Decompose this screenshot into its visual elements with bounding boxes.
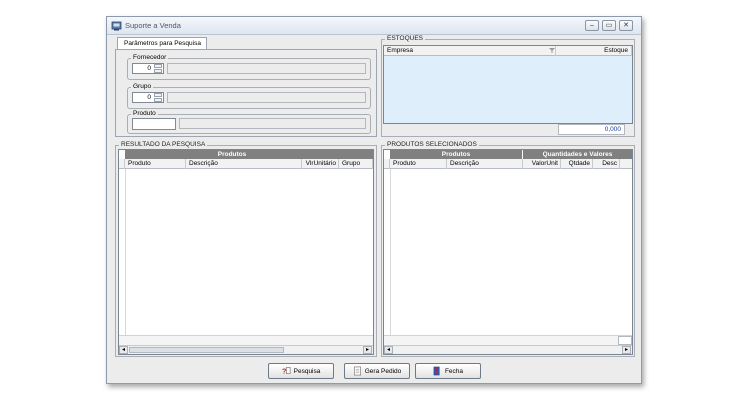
spin-down-icon[interactable] bbox=[154, 98, 162, 102]
estoques-footer-left bbox=[383, 124, 556, 134]
col-vlrunitario[interactable]: VlrUnitário bbox=[302, 159, 339, 169]
col-produto[interactable]: Produto bbox=[390, 159, 447, 169]
scroll-right-icon[interactable]: ▸ bbox=[622, 346, 631, 354]
scroll-thumb[interactable] bbox=[129, 347, 284, 353]
gera-pedido-button[interactable]: Gera Pedido bbox=[344, 363, 410, 379]
produto-name-field bbox=[179, 118, 366, 129]
document-icon bbox=[353, 366, 361, 376]
indicator-divider bbox=[125, 169, 126, 335]
pesquisa-button[interactable]: ? Pesquisa bbox=[268, 363, 334, 379]
produto-label: Produto bbox=[131, 110, 158, 117]
spin-down-icon[interactable] bbox=[154, 69, 162, 73]
title-bar[interactable]: Suporte a Venda – ▭ ✕ bbox=[107, 17, 641, 35]
minimize-button[interactable]: – bbox=[585, 20, 599, 31]
close-button[interactable]: ✕ bbox=[619, 20, 633, 31]
resultado-label: RESULTADO DA PESQUISA bbox=[119, 141, 208, 148]
resultado-hscrollbar[interactable]: ◂ ▸ bbox=[119, 345, 373, 354]
selecionados-banner-quantidades: Quantidades e Valores bbox=[523, 150, 632, 159]
col-empresa[interactable]: Empresa bbox=[384, 46, 556, 56]
grupo-name-field bbox=[167, 92, 366, 103]
selecionados-footer-cell bbox=[618, 336, 632, 345]
selecionados-hscrollbar[interactable]: ◂ ▸ bbox=[384, 345, 632, 354]
fornecedor-name-field bbox=[167, 63, 366, 74]
svg-text:?: ? bbox=[282, 367, 286, 376]
grupo-label: Grupo bbox=[131, 83, 154, 90]
estoques-header: Empresa Estoque bbox=[384, 46, 632, 56]
params-panel: Fornecedor 0 Grupo 0 Produto bbox=[115, 49, 377, 137]
grupo-value: 0 bbox=[147, 94, 151, 101]
fornecedor-label: Fornecedor bbox=[131, 54, 169, 61]
col-estoque[interactable]: Estoque bbox=[556, 46, 632, 56]
col-descricao[interactable]: Descrição bbox=[186, 159, 302, 169]
produto-input[interactable] bbox=[132, 118, 176, 130]
gera-pedido-label: Gera Pedido bbox=[364, 367, 402, 375]
exit-door-icon bbox=[433, 366, 440, 376]
indicator-divider bbox=[390, 169, 391, 335]
resultado-footer bbox=[119, 335, 373, 345]
estoques-grid[interactable]: Empresa Estoque bbox=[383, 45, 633, 124]
minimize-icon: – bbox=[590, 22, 594, 29]
tab-parametros[interactable]: Parâmetros para Pesquisa bbox=[117, 37, 207, 49]
col-produto[interactable]: Produto bbox=[125, 159, 186, 169]
resultado-banner: Produtos bbox=[125, 150, 339, 159]
fornecedor-input[interactable]: 0 bbox=[132, 63, 164, 74]
fornecedor-value: 0 bbox=[147, 65, 151, 72]
resultado-banner-extra bbox=[339, 150, 373, 159]
grupo-input[interactable]: 0 bbox=[132, 92, 164, 103]
question-search-icon: ? bbox=[282, 367, 290, 376]
close-icon: ✕ bbox=[623, 22, 629, 29]
selecionados-banner-produtos: Produtos bbox=[390, 150, 522, 159]
selecionados-grid[interactable]: Produtos Quantidades e Valores Produto D… bbox=[383, 149, 633, 355]
col-qtdade[interactable]: Qtdade bbox=[561, 159, 593, 169]
scroll-left-icon[interactable]: ◂ bbox=[384, 346, 393, 354]
col-grupo[interactable]: Grupo bbox=[339, 159, 373, 169]
fecha-button[interactable]: Fecha bbox=[415, 363, 481, 379]
col-descricao[interactable]: Descrição bbox=[447, 159, 523, 169]
estoques-total: 0,000 bbox=[558, 124, 625, 135]
selecionados-header: Produto Descrição ValorUnit Qtdade Desc bbox=[384, 159, 632, 169]
maximize-button[interactable]: ▭ bbox=[602, 20, 616, 31]
filter-icon[interactable] bbox=[549, 48, 555, 53]
spin-up-icon[interactable] bbox=[154, 64, 162, 68]
selecionados-label: PRODUTOS SELECIONADOS bbox=[385, 141, 479, 148]
col-desc[interactable]: Desc bbox=[593, 159, 620, 169]
maximize-icon: ▭ bbox=[605, 22, 613, 29]
window-title: Suporte a Venda bbox=[125, 21, 181, 30]
spin-up-icon[interactable] bbox=[154, 93, 162, 97]
fecha-label: Fecha bbox=[444, 367, 464, 375]
resultado-header: Produto Descrição VlrUnitário Grupo bbox=[119, 159, 373, 169]
resultado-grid[interactable]: Produtos Produto Descrição VlrUnitário G… bbox=[118, 149, 374, 355]
pesquisa-label: Pesquisa bbox=[293, 367, 321, 375]
scroll-right-icon[interactable]: ▸ bbox=[363, 346, 372, 354]
scroll-left-icon[interactable]: ◂ bbox=[119, 346, 128, 354]
estoques-label: ESTOQUES bbox=[385, 35, 426, 42]
main-window: Suporte a Venda – ▭ ✕ Parâmetros para Pe… bbox=[106, 16, 642, 384]
app-icon bbox=[111, 21, 122, 31]
selecionados-footer bbox=[384, 335, 632, 345]
col-valorunit[interactable]: ValorUnit bbox=[523, 159, 561, 169]
